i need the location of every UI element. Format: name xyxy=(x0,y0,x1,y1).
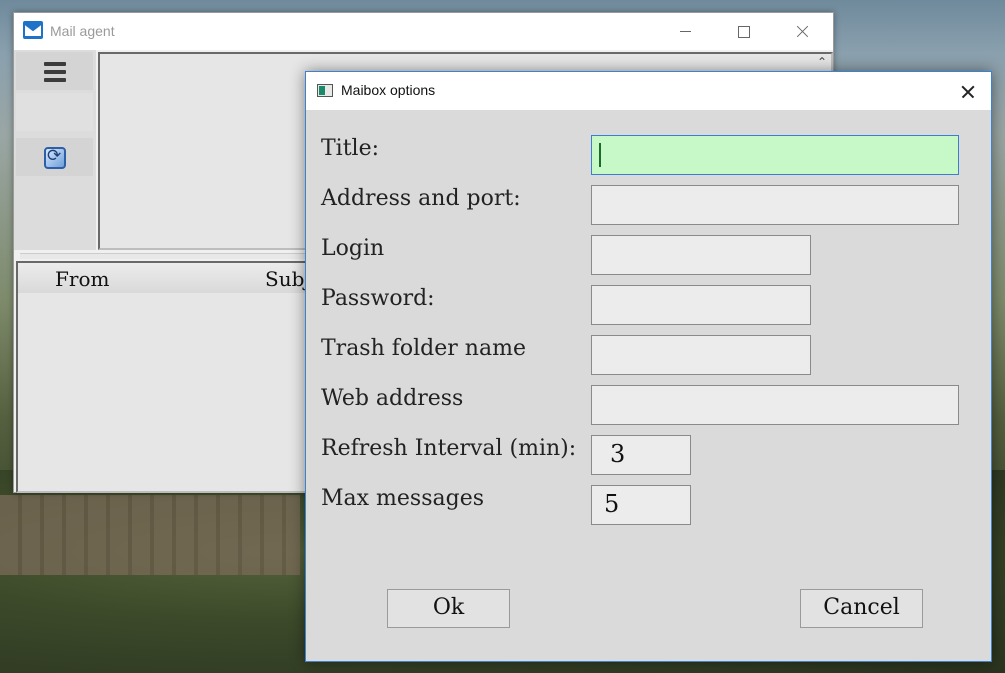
dialog-title: Maibox options xyxy=(341,82,436,98)
desktop-wall-texture xyxy=(0,495,300,575)
dialog-app-icon xyxy=(317,84,333,97)
login-input[interactable] xyxy=(591,235,811,275)
refresh-button[interactable] xyxy=(16,138,93,176)
login-label: Login xyxy=(321,236,385,261)
refresh-interval-label: Refresh Interval (min): xyxy=(321,436,577,461)
cancel-button[interactable]: Cancel xyxy=(800,589,923,628)
mailbox-options-dialog: Maibox options Title: Address and port: … xyxy=(305,71,992,662)
minimize-icon[interactable] xyxy=(662,13,708,50)
refresh-interval-input[interactable]: 3 xyxy=(591,435,691,475)
menu-button[interactable] xyxy=(16,52,93,90)
text-caret xyxy=(599,143,601,167)
max-messages-input[interactable]: 5 xyxy=(591,485,691,525)
refresh-icon xyxy=(44,146,66,169)
address-port-input[interactable] xyxy=(591,185,959,225)
column-subject[interactable]: Subj xyxy=(265,267,311,291)
password-input[interactable] xyxy=(591,285,811,325)
mail-app-icon xyxy=(23,21,43,39)
address-port-label: Address and port: xyxy=(321,186,521,211)
menu-icon xyxy=(44,62,66,66)
main-toolbar xyxy=(14,50,96,250)
main-window-title: Mail agent xyxy=(50,23,115,39)
web-address-input[interactable] xyxy=(591,385,959,425)
column-from[interactable]: From xyxy=(55,267,109,291)
max-messages-label: Max messages xyxy=(321,486,485,511)
dialog-close-icon[interactable] xyxy=(944,72,990,110)
trash-folder-input[interactable] xyxy=(591,335,811,375)
password-label: Password: xyxy=(321,286,435,311)
close-icon[interactable] xyxy=(779,13,825,50)
main-titlebar: Mail agent xyxy=(14,13,833,50)
title-label: Title: xyxy=(321,136,380,161)
maximize-icon[interactable] xyxy=(720,13,766,50)
ok-button[interactable]: Ok xyxy=(387,589,510,628)
web-address-label: Web address xyxy=(321,386,464,411)
dialog-titlebar: Maibox options xyxy=(306,72,991,110)
toolbar-empty-button[interactable] xyxy=(16,93,93,131)
scroll-up-icon[interactable]: ⌃ xyxy=(815,56,829,70)
title-input[interactable] xyxy=(591,135,959,175)
trash-folder-label: Trash folder name xyxy=(321,336,526,361)
